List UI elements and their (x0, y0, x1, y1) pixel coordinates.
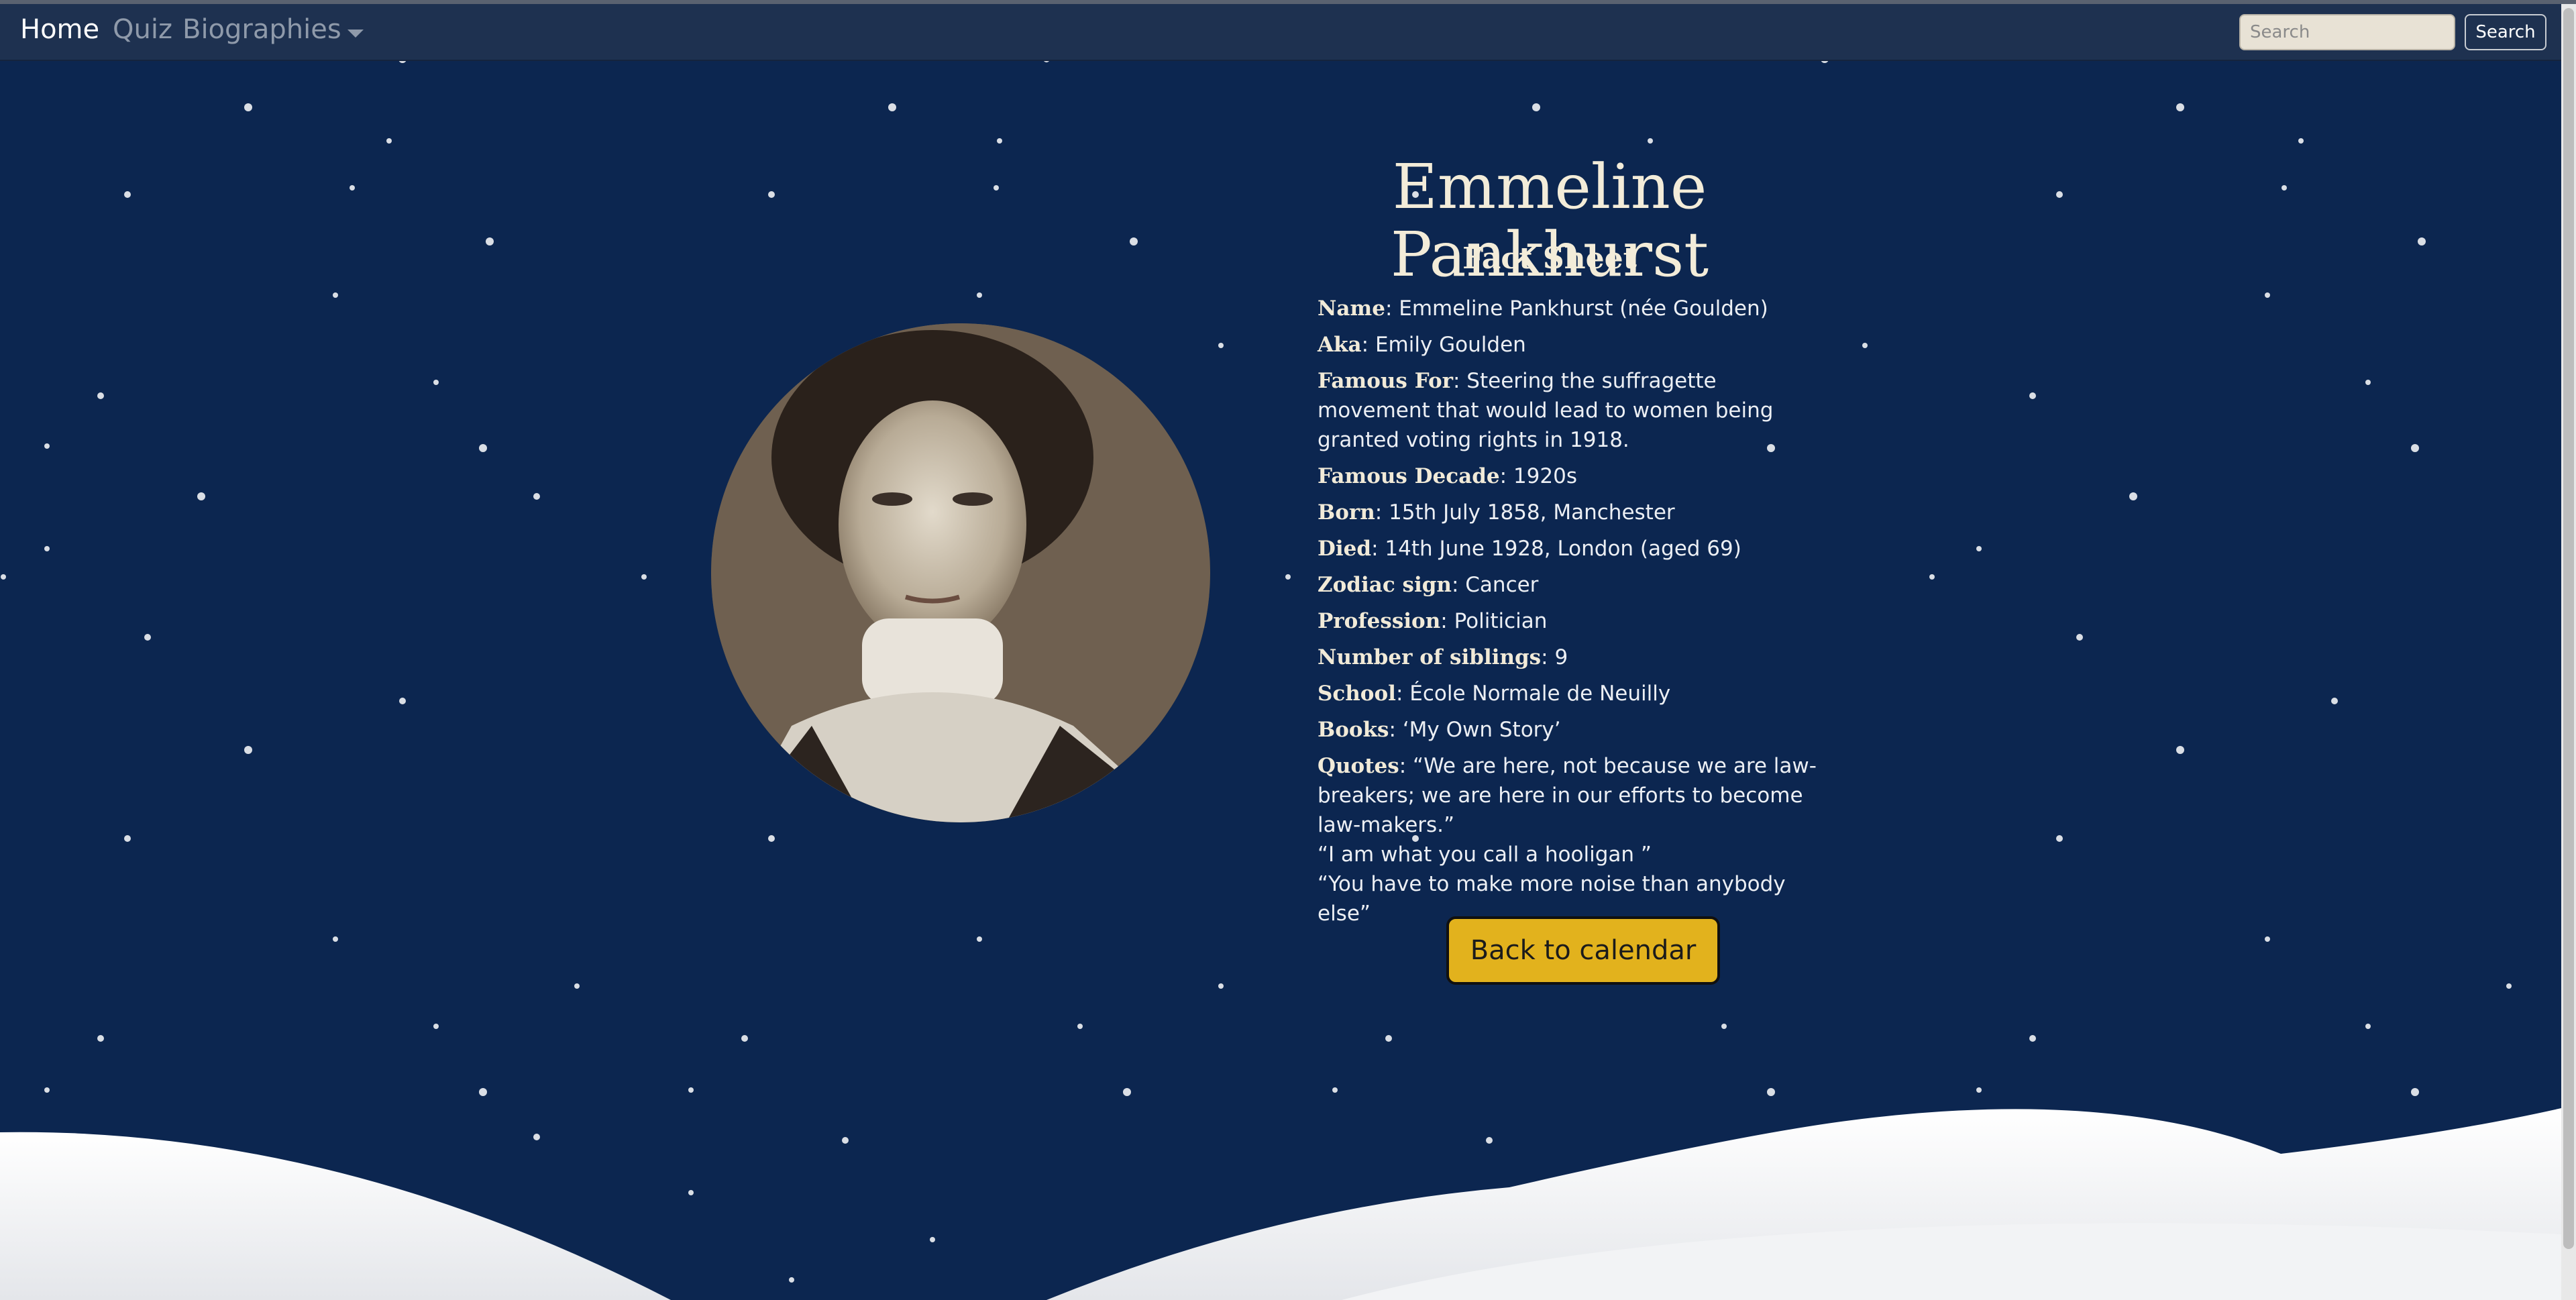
fact-label: Famous For (1318, 369, 1453, 393)
fact-label: Name (1318, 296, 1385, 321)
fact-value: Emmeline Pankhurst (née Goulden) (1399, 296, 1768, 321)
quote-2: “I am what you call a hooligan ” (1318, 843, 1652, 867)
portrait-image (711, 323, 1210, 822)
fact-value: 14th June 1928, London (aged 69) (1385, 537, 1741, 561)
fact-value: 1920s (1513, 464, 1577, 488)
fact-value: École Normale de Neuilly (1409, 682, 1671, 706)
fact-born: Born: 15th July 1858, Manchester (1318, 500, 1675, 525)
fact-label: Profession (1318, 609, 1441, 633)
fact-famous-for: Famous For: Steering the suffragette mov… (1318, 369, 1774, 452)
fact-famous-decade: Famous Decade: 1920s (1318, 464, 1577, 488)
fact-label: Zodiac sign (1318, 573, 1452, 597)
fact-value: 15th July 1858, Manchester (1389, 500, 1675, 525)
nav-quiz-link[interactable]: Quiz (113, 16, 172, 43)
search-button[interactable]: Search (2465, 14, 2546, 50)
snow-hills-decoration (0, 1108, 2561, 1300)
chevron-down-icon[interactable] (347, 30, 364, 38)
fact-quotes: Quotes: “We are here, not because we are… (1318, 751, 1822, 928)
fact-sheet-heading: Fact Sheet (1462, 241, 1637, 276)
fact-books: Books: ‘My Own Story’ (1318, 718, 1561, 742)
fact-label: Died (1318, 537, 1372, 561)
fact-value: Cancer (1465, 573, 1539, 597)
fact-value: Politician (1454, 609, 1548, 633)
search-input[interactable] (2239, 14, 2455, 50)
fact-zodiac: Zodiac sign: Cancer (1318, 573, 1539, 597)
fact-value: 9 (1554, 645, 1568, 669)
fact-label: Quotes (1318, 754, 1399, 778)
fact-school: School: École Normale de Neuilly (1318, 682, 1671, 706)
scrollbar-thumb[interactable] (2563, 8, 2574, 1249)
fact-label: Born (1318, 500, 1375, 525)
nav-biographies-dropdown[interactable]: Biographies (182, 16, 341, 43)
navbar: Home Quiz Biographies Search (0, 4, 2561, 61)
fact-died: Died: 14th June 1928, London (aged 69) (1318, 537, 1741, 561)
fact-label: Number of siblings (1318, 645, 1542, 669)
fact-name: Name: Emmeline Pankhurst (née Goulden) (1318, 296, 1768, 321)
fact-value: ‘My Own Story’ (1402, 718, 1561, 742)
fact-label: Books (1318, 718, 1389, 742)
fact-label: Aka (1318, 333, 1362, 357)
fact-value: Emily Goulden (1375, 333, 1526, 357)
fact-aka: Aka: Emily Goulden (1318, 333, 1526, 357)
fact-list: Name: Emmeline Pankhurst (née Goulden) A… (1318, 294, 1822, 935)
fact-label: Famous Decade (1318, 464, 1500, 488)
fact-label: School (1318, 682, 1396, 706)
back-to-calendar-button[interactable]: Back to calendar (1446, 916, 1720, 985)
fact-siblings: Number of siblings: 9 (1318, 645, 1568, 669)
fact-profession: Profession: Politician (1318, 609, 1548, 633)
portrait-photo (711, 323, 1210, 822)
nav-home-link[interactable]: Home (20, 16, 99, 43)
